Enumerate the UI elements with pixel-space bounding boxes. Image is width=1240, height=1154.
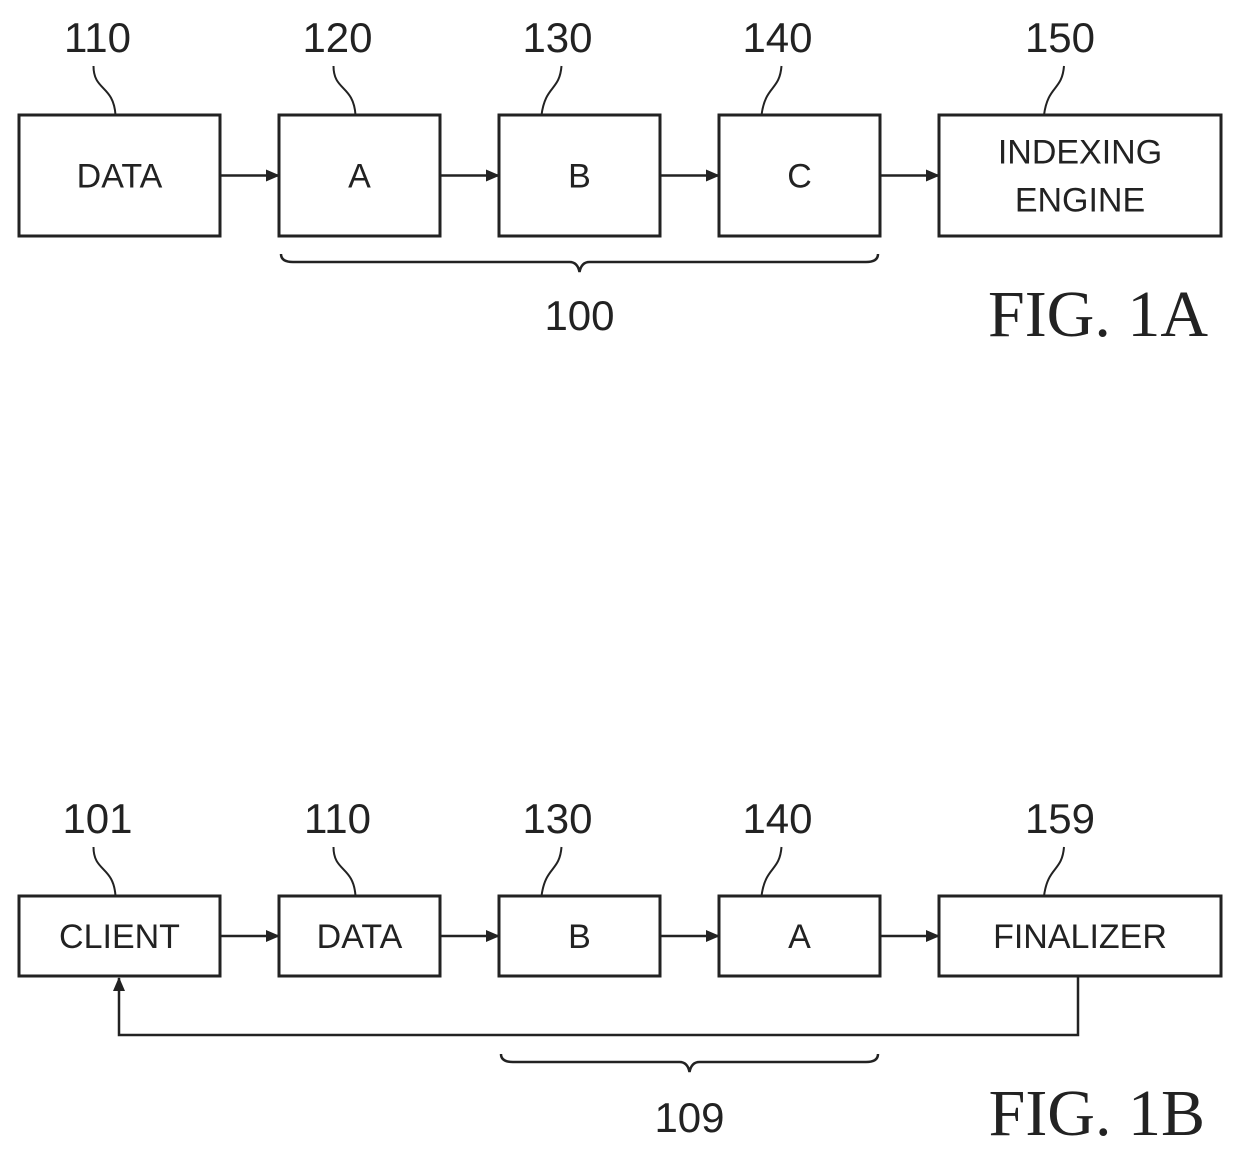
block-101: CLIENT 101 (17, 795, 222, 978)
block-label: A (348, 158, 371, 196)
lead-line (760, 846, 783, 897)
reference-numeral: 110 (64, 14, 131, 61)
block-140: A 140 (717, 795, 882, 978)
reference-numeral: 110 (304, 795, 371, 842)
reference-numeral: 159 (1025, 795, 1095, 842)
brace-reference-numeral: 109 (654, 1094, 724, 1141)
block-label: B (568, 158, 591, 196)
block-130: B 130 (497, 795, 662, 978)
lead-line (332, 65, 357, 116)
lead-line (760, 65, 783, 116)
block-label: B (568, 918, 591, 956)
block-110: DATA 110 (277, 795, 442, 978)
block-label: C (787, 158, 812, 196)
block-110: DATA 110 (17, 14, 222, 238)
block-label: FINALIZER (993, 918, 1167, 956)
block-label: CLIENT (59, 918, 180, 956)
brace-shape (279, 253, 880, 273)
lead-line (1043, 65, 1065, 116)
brace-shape (499, 1053, 880, 1073)
block-label: INDEXING (998, 134, 1162, 172)
block-label: DATA (77, 158, 163, 196)
block-130: B 130 (497, 14, 662, 238)
reference-numeral: 140 (742, 795, 812, 842)
patent-diagram: DATA 110 A 120 B 130 C 140 INDEXING ENGINE 150 100 F… (17, 14, 1223, 1150)
lead-line (92, 65, 117, 116)
feedback-arrow (113, 976, 1080, 1037)
block-label: DATA (317, 918, 403, 956)
reference-numeral: 101 (62, 795, 132, 842)
block-150: INDEXING ENGINE 150 (937, 14, 1223, 238)
figure-caption: FIG. 1A (988, 278, 1208, 351)
figure-caption: FIG. 1B (989, 1077, 1205, 1150)
block-140: C 140 (717, 14, 882, 238)
block-120: A 120 (277, 14, 442, 238)
lead-line (540, 65, 563, 116)
figure-1b: CLIENT 101 DATA 110 B 130 A 140 FINALIZER 159 109 F… (17, 795, 1223, 1150)
brace-100: 100 (279, 253, 880, 339)
lead-line (1043, 846, 1065, 897)
lead-line (92, 846, 117, 897)
brace-reference-numeral: 100 (544, 292, 614, 339)
block-label: ENGINE (1015, 182, 1145, 220)
reference-numeral: 140 (742, 14, 812, 61)
reference-numeral: 130 (522, 14, 592, 61)
block-159: FINALIZER 159 (937, 795, 1223, 978)
lead-line (540, 846, 563, 897)
reference-numeral: 150 (1025, 14, 1095, 61)
block-label: A (788, 918, 811, 956)
reference-numeral: 120 (302, 14, 372, 61)
figure-1a: DATA 110 A 120 B 130 C 140 INDEXING ENGINE 150 100 F… (17, 14, 1223, 351)
lead-line (332, 846, 357, 897)
brace-109: 109 (499, 1053, 880, 1141)
reference-numeral: 130 (522, 795, 592, 842)
